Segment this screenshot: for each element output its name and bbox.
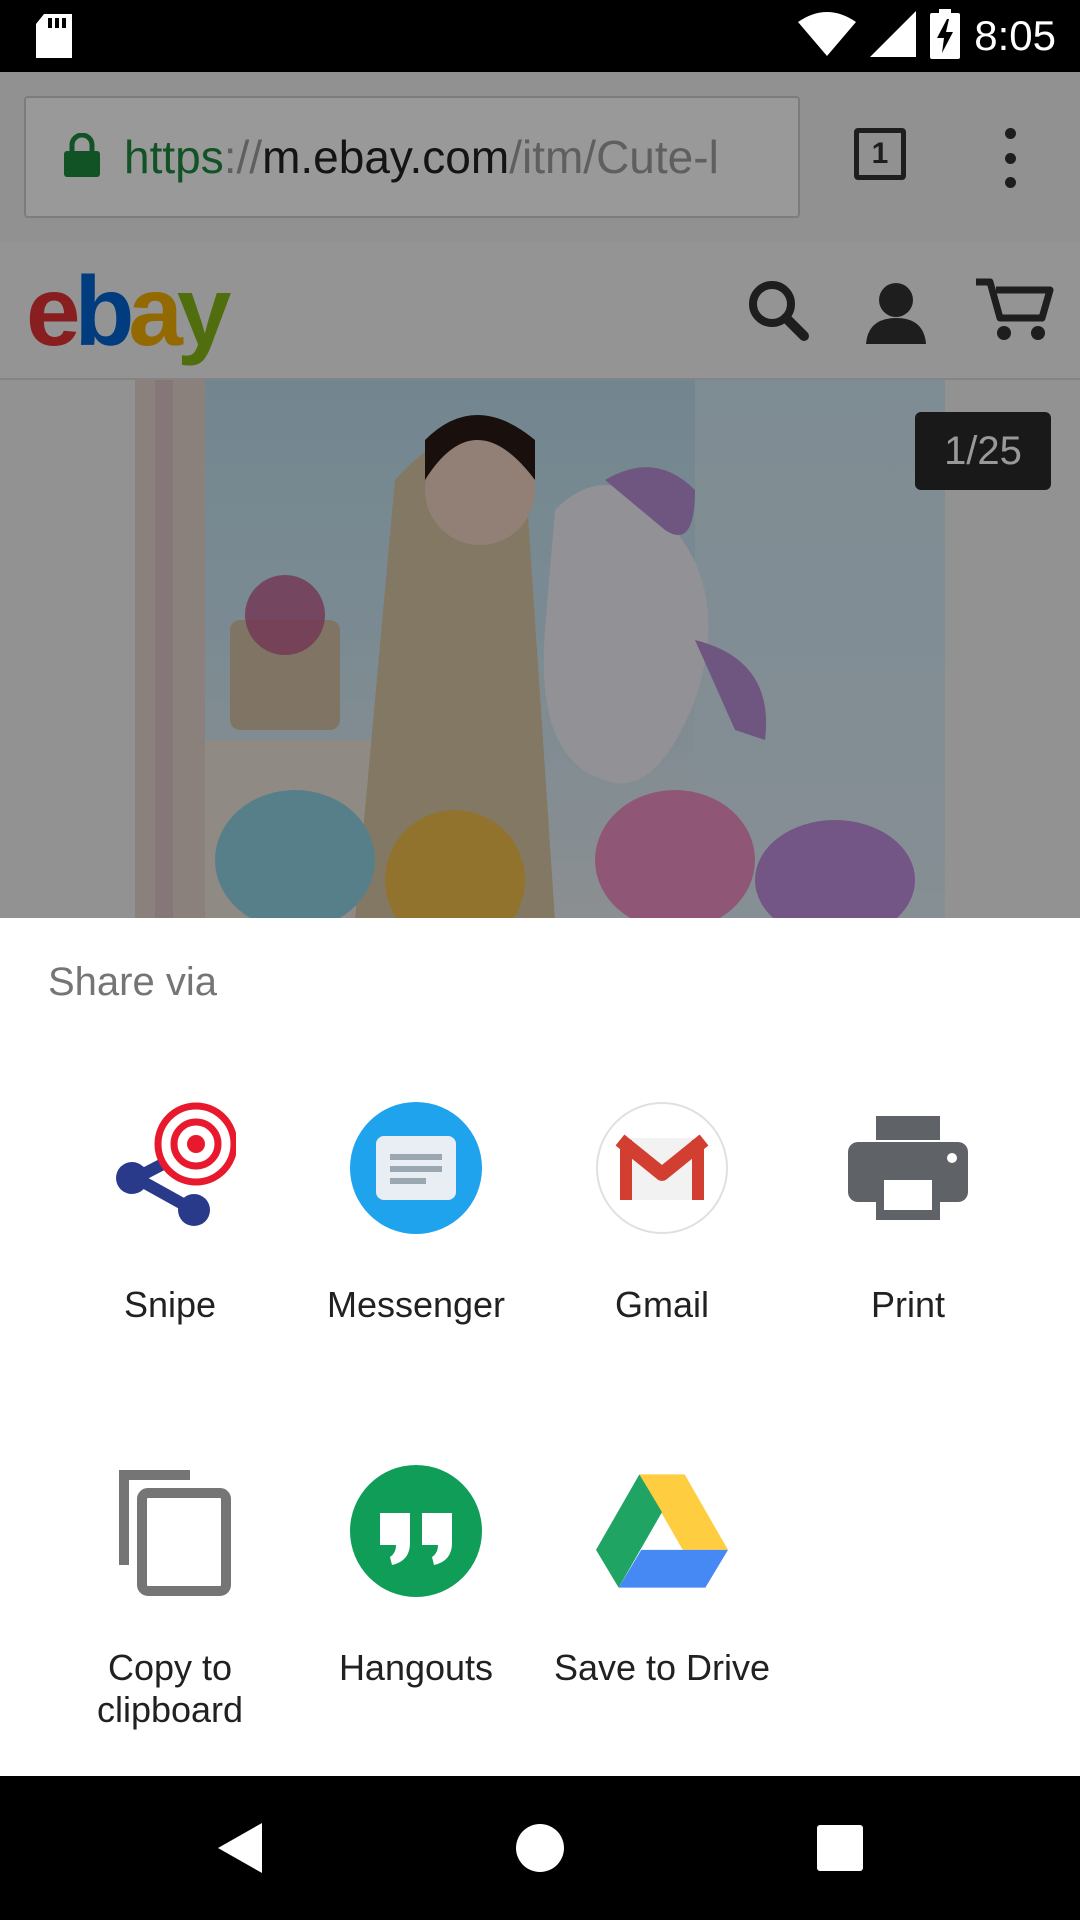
back-button[interactable] — [160, 1776, 320, 1920]
recents-icon — [817, 1825, 863, 1871]
snipe-icon — [104, 1102, 236, 1234]
share-sheet: Share via Snipe Messenger Gmail Print Co… — [0, 918, 1080, 1776]
share-target-hangouts[interactable]: Hangouts — [293, 1465, 539, 1689]
messenger-icon — [350, 1102, 482, 1234]
share-target-label: Save to Drive — [553, 1647, 771, 1688]
printer-icon — [842, 1102, 974, 1234]
gmail-icon — [596, 1102, 728, 1234]
status-icons: 8:05 — [798, 8, 1056, 64]
share-target-label: Hangouts — [338, 1647, 494, 1688]
system-nav-bar — [0, 1776, 1080, 1920]
hangouts-icon — [350, 1465, 482, 1597]
status-bar: 8:05 — [0, 0, 1080, 72]
share-target-messenger[interactable]: Messenger — [293, 1102, 539, 1326]
share-target-label: Copy to clipboard — [96, 1647, 244, 1730]
home-icon — [516, 1824, 564, 1872]
share-target-print[interactable]: Print — [785, 1102, 1031, 1326]
home-button[interactable] — [460, 1776, 620, 1920]
wifi-icon — [798, 11, 857, 61]
share-target-drive[interactable]: Save to Drive — [539, 1465, 785, 1689]
share-target-label: Messenger — [326, 1284, 506, 1325]
signal-icon — [870, 10, 917, 62]
status-time: 8:05 — [974, 12, 1056, 59]
dim-overlay[interactable] — [0, 72, 1080, 918]
share-target-gmail[interactable]: Gmail — [539, 1102, 785, 1326]
google-drive-icon — [596, 1465, 728, 1597]
share-sheet-title: Share via — [48, 960, 217, 1004]
share-target-label: Snipe — [123, 1284, 217, 1325]
recents-button[interactable] — [760, 1776, 920, 1920]
share-target-label: Gmail — [614, 1284, 709, 1325]
sd-card-icon — [36, 14, 72, 63]
share-target-label: Print — [870, 1284, 946, 1325]
share-target-copy[interactable]: Copy to clipboard — [47, 1465, 293, 1731]
battery-charging-icon — [930, 8, 961, 64]
share-target-snipe[interactable]: Snipe — [47, 1102, 293, 1326]
back-icon — [218, 1823, 262, 1873]
copy-icon — [104, 1465, 236, 1597]
